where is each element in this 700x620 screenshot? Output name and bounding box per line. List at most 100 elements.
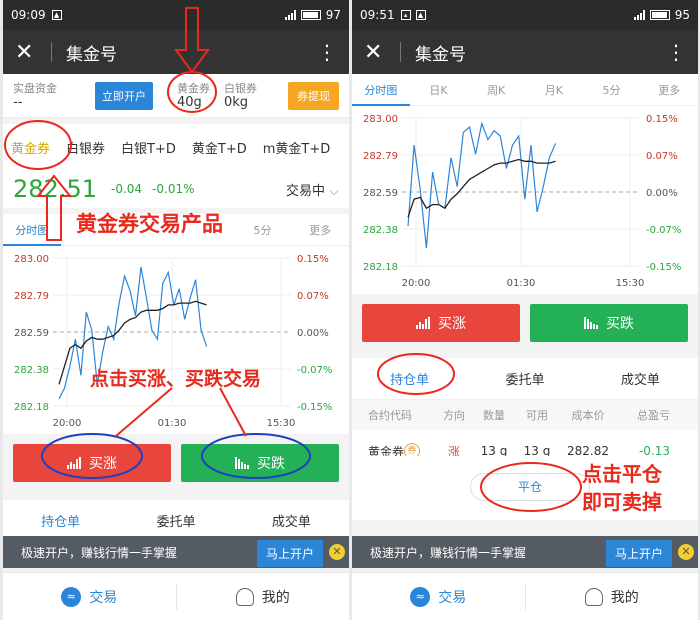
x-tick-label: 20:00	[53, 418, 82, 429]
tab-deals[interactable]: 成交单	[234, 511, 349, 530]
tab-positions[interactable]: 持仓单	[352, 369, 467, 388]
x-tick-label: 15:30	[267, 418, 296, 429]
app-title: 集金号	[66, 44, 117, 65]
tab-deals[interactable]: 成交单	[583, 369, 698, 388]
promo-open-button[interactable]: 马上开户	[256, 540, 323, 567]
nav-mine[interactable]: 我的	[526, 587, 699, 607]
app-title: 集金号	[415, 44, 466, 65]
nav-trade-label: 交易	[438, 589, 467, 606]
y-tick-label-pct: 0.07%	[646, 151, 678, 162]
silver-ticket: 白银券 0kg	[224, 82, 257, 110]
y-tick-label-pct: 0.07%	[297, 291, 329, 302]
nav-mine-label: 我的	[610, 589, 639, 606]
close-icon[interactable]: ✕	[678, 544, 694, 560]
y-tick-label-pct: 0.15%	[646, 114, 678, 125]
right-screen: 09:51 ▴ ▲ 95 ✕ 集金号 ⋮ 分时图 日K 周K 月K 5分 更多 …	[352, 0, 698, 620]
price-change: -0.04	[110, 182, 143, 196]
tab-positions[interactable]: 持仓单	[3, 511, 118, 530]
promo-banner: 极速开户，赚钱行情一手掌握 马上开户 ✕	[352, 536, 698, 568]
user-icon	[584, 587, 603, 606]
app-bar: ✕ 集金号 ⋮	[3, 30, 349, 74]
annotation-close-line1: 点击平仓	[582, 462, 662, 486]
y-tick-label-pct: -0.15%	[297, 402, 332, 413]
battery-icon	[300, 10, 321, 20]
tab-silver-ticket[interactable]: 白银券	[58, 138, 113, 157]
chart-tabs: 分时图 日K 周K 月K 5分 更多	[352, 74, 698, 106]
tab-entrusted[interactable]: 委托单	[118, 511, 233, 530]
app-bar: ✕ 集金号 ⋮	[352, 30, 698, 74]
tab-intraday[interactable]: 分时图	[352, 74, 410, 106]
notification-icon: ▲	[51, 10, 62, 20]
battery-icon	[649, 10, 670, 20]
funds: 实盘资金 --	[13, 82, 57, 110]
chart-svg: 283.00 0.15% 282.79 0.07% 282.59 0.00% 282.38 -…	[14, 254, 332, 429]
close-icon[interactable]: ✕	[364, 40, 394, 65]
y-tick-label-pct: 0.00%	[297, 328, 329, 339]
positions-table-header: 合约代码 方向 数量 可用 成本价 总盈亏	[352, 400, 698, 430]
col-cost: 成本价	[571, 409, 605, 422]
tab-5min[interactable]: 5分	[234, 222, 292, 238]
silver-ticket-value: 0kg	[224, 94, 249, 110]
gold-ticket-value: 40g	[177, 94, 202, 110]
tab-entrusted[interactable]: 委托单	[467, 369, 582, 388]
left-screen: 09:09 ▲ 97 ✕ 集金号 ⋮ 实盘资金 -- 立即开户 黄金券 40g 白银…	[3, 0, 349, 620]
close-position-button[interactable]: 平仓	[470, 473, 590, 501]
silver-ticket-label: 白银券	[224, 81, 257, 95]
signal-icon	[284, 10, 296, 20]
buy-down-button[interactable]: 买跌	[181, 444, 339, 482]
account-bar: 实盘资金 -- 立即开户 黄金券 40g 白银券 0kg 券提现	[3, 74, 349, 118]
nav-trade[interactable]: ≈ 交易	[3, 586, 176, 607]
tab-5min[interactable]: 5分	[583, 82, 641, 98]
tab-monthly-k[interactable]: 月K	[525, 82, 583, 98]
more-menu-icon[interactable]: ⋮	[317, 40, 337, 64]
close-icon[interactable]: ✕	[15, 40, 45, 65]
tab-weekly-k[interactable]: 周K	[467, 82, 525, 98]
buy-down-button[interactable]: 买跌	[530, 304, 688, 342]
y-tick-label: 282.59	[14, 328, 49, 339]
col-code: 合约代码	[368, 409, 412, 422]
more-menu-icon[interactable]: ⋮	[666, 40, 686, 64]
close-icon[interactable]: ✕	[329, 544, 345, 560]
annotation-product: 黄金券交易产品	[76, 212, 223, 236]
tab-intraday[interactable]: 分时图	[3, 214, 61, 246]
tab-gold-td[interactable]: 黄金T+D	[184, 138, 255, 157]
tab-gold-ticket[interactable]: 黄金券	[3, 138, 58, 157]
y-tick-label-pct: 0.15%	[297, 254, 329, 265]
gold-ticket-label: 黄金券	[177, 81, 210, 95]
divider	[400, 42, 401, 62]
chart-bars-icon	[67, 457, 81, 469]
divider	[51, 42, 52, 62]
tab-mgold-td[interactable]: m黄金T+D	[255, 138, 339, 157]
order-tabs: 持仓单 委托单 成交单	[352, 358, 698, 400]
image-icon: ▴	[400, 10, 411, 20]
nav-mine[interactable]: 我的	[177, 587, 350, 607]
battery-level: 95	[674, 8, 690, 22]
nav-trade[interactable]: ≈ 交易	[352, 586, 525, 607]
tab-daily-k[interactable]: 日K	[410, 82, 468, 98]
trade-status[interactable]: 交易中 ⌵	[286, 180, 339, 199]
col-qty: 数量	[483, 409, 505, 422]
tab-more[interactable]: 更多	[640, 82, 698, 98]
promo-open-button[interactable]: 马上开户	[605, 540, 672, 567]
tab-more[interactable]: 更多	[291, 222, 349, 238]
price-row: 282.51 -0.04 -0.01% 交易中 ⌵	[3, 170, 349, 208]
promo-banner: 极速开户，赚钱行情一手掌握 马上开户 ✕	[3, 536, 349, 568]
y-tick-label: 282.18	[363, 262, 398, 273]
buy-down-label: 买跌	[257, 456, 285, 472]
buy-up-button[interactable]: 买涨	[362, 304, 520, 342]
buy-up-label: 买涨	[438, 316, 466, 332]
col-direction: 方向	[443, 409, 465, 422]
signal-icon	[633, 10, 645, 20]
buy-up-label: 买涨	[89, 456, 117, 472]
funds-value: --	[13, 94, 23, 110]
chevron-down-icon: ⌵	[329, 183, 339, 199]
trade-buttons: 买涨 买跌	[3, 434, 349, 492]
funds-label: 实盘资金	[13, 81, 57, 95]
open-account-button[interactable]: 立即开户	[95, 81, 153, 110]
buy-up-button[interactable]: 买涨	[13, 444, 171, 482]
x-tick-label: 01:30	[507, 278, 536, 289]
withdraw-ticket-button[interactable]: 券提现	[288, 81, 339, 110]
user-icon	[235, 587, 254, 606]
tab-silver-td[interactable]: 白银T+D	[113, 138, 184, 157]
x-tick-label: 20:00	[402, 278, 431, 289]
